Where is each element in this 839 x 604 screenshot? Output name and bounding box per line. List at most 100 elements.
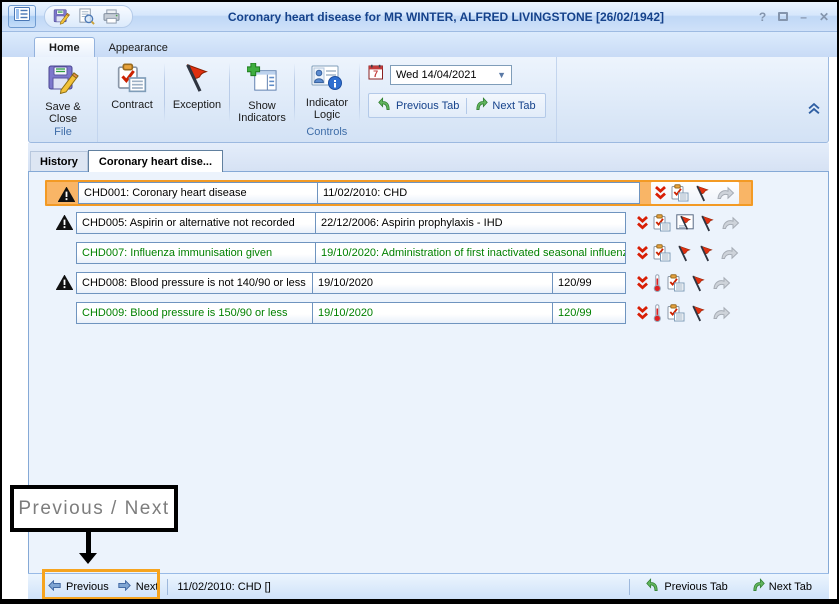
revert-icon[interactable] xyxy=(721,216,740,230)
indicator-status-cell[interactable]: 22/12/2006: Aspirin prophylaxis - IHD xyxy=(316,212,626,234)
annotation-arrow-head xyxy=(79,553,97,564)
exception-icon[interactable] xyxy=(690,305,707,322)
exception-form-icon[interactable] xyxy=(676,214,694,232)
table-row[interactable]: CHD009: Blood pressure is 150/90 or less… xyxy=(45,300,753,326)
indicator-date-cell[interactable]: 19/10/2020 xyxy=(313,272,553,294)
app-menu-icon xyxy=(14,7,30,26)
exception-icon[interactable] xyxy=(690,275,707,292)
value-icon[interactable] xyxy=(653,304,662,322)
value-icon[interactable] xyxy=(653,274,662,292)
exception-label: Exception xyxy=(173,99,221,111)
previous-tab-button[interactable]: Previous Tab xyxy=(371,95,466,116)
expand-icon[interactable] xyxy=(655,186,666,200)
collapse-ribbon-icon[interactable] xyxy=(808,102,820,120)
tab-coronary-heart-disease[interactable]: Coronary heart dise... xyxy=(88,150,223,172)
contract-icon[interactable] xyxy=(671,184,689,202)
expand-icon[interactable] xyxy=(637,306,648,320)
tab-home[interactable]: Home xyxy=(34,37,95,57)
revert-icon[interactable] xyxy=(716,186,735,200)
document-tab-strip: History Coronary heart dise... xyxy=(28,143,829,171)
indicator-date-cell[interactable]: 19/10/2020 xyxy=(313,302,553,324)
application-window: Coronary heart disease for MR WINTER, AL… xyxy=(0,0,839,604)
row-actions xyxy=(637,244,739,262)
ribbon: Save & Close File Contract Exception xyxy=(28,57,829,143)
exception-icon[interactable] xyxy=(698,245,715,262)
revert-icon[interactable] xyxy=(712,276,731,290)
help-icon[interactable]: ? xyxy=(759,11,766,23)
revert-icon[interactable] xyxy=(720,246,739,260)
annotation-callout: Previous / Next xyxy=(10,485,178,532)
indicator-code-cell[interactable]: CHD005: Aspirin or alternative not recor… xyxy=(76,212,316,234)
indicator-code-cell[interactable]: CHD009: Blood pressure is 150/90 or less xyxy=(76,302,313,324)
contract-label: Contract xyxy=(111,99,153,111)
indicator-status-cell[interactable]: 19/10/2020: Administration of first inac… xyxy=(316,242,626,264)
show-indicators-icon xyxy=(247,63,278,97)
ribbon-tab-strip: Home Appearance xyxy=(2,32,837,57)
status-text: 11/02/2010: CHD [] xyxy=(177,581,270,593)
chevron-down-icon: ▼ xyxy=(497,70,506,80)
save-close-button[interactable]: Save & Close xyxy=(33,60,93,125)
warning-icon xyxy=(58,187,75,207)
indicator-code-cell[interactable]: CHD008: Blood pressure is not 140/90 or … xyxy=(76,272,313,294)
contract-icon[interactable] xyxy=(653,214,671,232)
contract-icon[interactable] xyxy=(667,274,685,292)
contract-button[interactable]: Contract xyxy=(102,60,162,125)
restore-icon[interactable] xyxy=(778,11,788,23)
date-picker[interactable]: Wed 14/04/2021 ▼ xyxy=(390,65,512,85)
window-title: Coronary heart disease for MR WINTER, AL… xyxy=(133,10,759,24)
previous-tab-icon xyxy=(646,578,660,595)
save-close-icon xyxy=(47,63,79,98)
app-menu-button[interactable] xyxy=(8,5,36,28)
table-row[interactable]: CHD008: Blood pressure is not 140/90 or … xyxy=(45,270,753,296)
exception-icon[interactable] xyxy=(676,245,693,262)
row-actions xyxy=(651,182,739,204)
table-row[interactable]: CHD001: Coronary heart disease 11/02/201… xyxy=(45,180,753,206)
next-tab-button[interactable]: Next Tab xyxy=(467,95,542,116)
print-preview-icon[interactable] xyxy=(78,8,95,25)
contract-icon[interactable] xyxy=(653,244,671,262)
expand-icon[interactable] xyxy=(637,216,648,230)
previous-tab-label: Previous Tab xyxy=(664,581,727,593)
indicator-code-cell[interactable]: CHD001: Coronary heart disease xyxy=(78,182,318,204)
indicator-logic-icon xyxy=(311,63,343,94)
exception-icon[interactable] xyxy=(694,185,711,202)
save-icon[interactable] xyxy=(53,8,70,25)
revert-icon[interactable] xyxy=(712,306,731,320)
indicator-status-cell[interactable]: 11/02/2010: CHD xyxy=(318,182,640,204)
indicator-logic-button[interactable]: Indicator Logic xyxy=(297,60,357,125)
contract-icon xyxy=(117,63,147,96)
title-bar: Coronary heart disease for MR WINTER, AL… xyxy=(2,2,837,32)
row-actions xyxy=(637,304,731,322)
ribbon-group-file: Save & Close File xyxy=(29,57,98,142)
annotation-arrow xyxy=(86,531,91,555)
save-close-label: Save & Close xyxy=(33,101,93,125)
exception-icon[interactable] xyxy=(699,215,716,232)
next-tab-button-status[interactable]: Next Tab xyxy=(744,576,819,597)
exception-button[interactable]: Exception xyxy=(167,60,227,125)
quick-access-toolbar xyxy=(44,5,133,28)
print-icon[interactable] xyxy=(103,9,120,24)
window-controls: ? – ✕ xyxy=(759,11,829,23)
close-icon[interactable]: ✕ xyxy=(819,11,829,23)
indicator-value-cell[interactable]: 120/99 xyxy=(553,302,626,324)
minimize-icon[interactable]: – xyxy=(800,11,807,23)
tab-history[interactable]: History xyxy=(30,151,88,171)
indicator-value-cell[interactable]: 120/99 xyxy=(553,272,626,294)
previous-tab-icon xyxy=(378,97,392,114)
row-actions xyxy=(637,274,731,292)
indicator-code-cell[interactable]: CHD007: Influenza immunisation given xyxy=(76,242,316,264)
warning-icon xyxy=(56,215,73,235)
table-row[interactable]: CHD005: Aspirin or alternative not recor… xyxy=(45,210,753,236)
exception-icon xyxy=(182,63,212,96)
show-indicators-button[interactable]: Show Indicators xyxy=(232,60,292,125)
indicator-logic-label: Indicator Logic xyxy=(297,97,357,121)
tab-appearance[interactable]: Appearance xyxy=(95,38,182,57)
previous-tab-button-status[interactable]: Previous Tab xyxy=(639,576,734,597)
expand-icon[interactable] xyxy=(637,276,648,290)
expand-icon[interactable] xyxy=(637,246,648,260)
file-group-label: File xyxy=(29,125,97,142)
contract-icon[interactable] xyxy=(667,304,685,322)
controls-group-label: Controls xyxy=(98,125,556,142)
previous-tab-label: Previous Tab xyxy=(396,100,459,112)
table-row[interactable]: CHD007: Influenza immunisation given 19/… xyxy=(45,240,753,266)
